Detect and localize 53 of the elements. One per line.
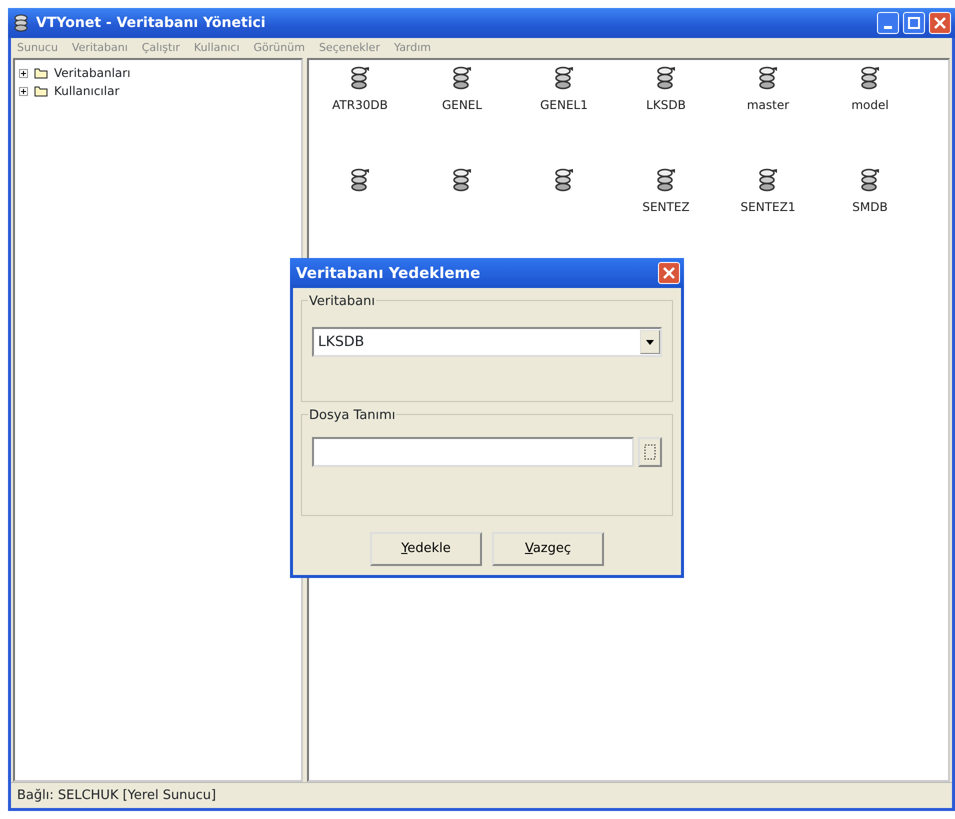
- menu-item[interactable]: Seçenekler: [318, 40, 380, 56]
- browse-icon: [644, 444, 656, 460]
- cancel-button[interactable]: Vazgeç: [492, 532, 604, 566]
- folder-icon: [34, 85, 48, 97]
- menu-item[interactable]: Çalıştır: [142, 40, 180, 56]
- database-icon[interactable]: [758, 168, 778, 194]
- window-title: VTYonet - Veritabanı Yönetici: [36, 14, 266, 32]
- database-dropdown[interactable]: LKSDB: [312, 327, 662, 357]
- menu-item[interactable]: Veritabanı: [72, 40, 128, 56]
- database-icon[interactable]: [656, 168, 676, 194]
- file-input-field[interactable]: [312, 437, 634, 467]
- database-icon[interactable]: [860, 66, 880, 92]
- database-icon[interactable]: [758, 66, 778, 92]
- minimize-icon: [884, 26, 892, 28]
- tree-item[interactable]: Veritabanları: [54, 64, 131, 82]
- menu-item[interactable]: Sunucu: [17, 40, 58, 56]
- expand-icon[interactable]: [19, 68, 28, 78]
- close-button[interactable]: [929, 12, 951, 34]
- database-label: GENEL: [442, 97, 482, 114]
- close-icon: [663, 267, 675, 279]
- minimize-button[interactable]: [877, 12, 899, 34]
- tree-item[interactable]: Kullanıcılar: [54, 82, 120, 100]
- database-icon[interactable]: [350, 66, 370, 92]
- database-icon[interactable]: [452, 66, 472, 92]
- menu-item[interactable]: Kullanıcı: [194, 40, 240, 56]
- menu-item[interactable]: Görünüm: [254, 40, 305, 56]
- database-icon[interactable]: [860, 168, 880, 194]
- close-icon: [934, 17, 946, 29]
- folder-icon: [34, 67, 48, 79]
- app-icon: [12, 14, 30, 32]
- database-label: SENTEZ: [642, 199, 690, 216]
- database-icon[interactable]: [554, 168, 574, 194]
- database-icon[interactable]: [452, 168, 472, 194]
- close-button[interactable]: [658, 262, 680, 284]
- maximize-button[interactable]: [903, 12, 925, 34]
- database-icon[interactable]: [350, 168, 370, 194]
- status-text: Bağlı: SELCHUK [Yerel Sunucu]: [17, 786, 216, 805]
- maximize-icon: [908, 17, 920, 29]
- database-icon[interactable]: [554, 66, 574, 92]
- browse-button[interactable]: [638, 437, 662, 467]
- menu-item[interactable]: Yardım: [394, 40, 432, 56]
- database-label: ATR30DB: [332, 97, 388, 114]
- dialog-title: Veritabanı Yedekleme: [296, 262, 480, 284]
- database-label: master: [746, 97, 790, 114]
- backup-button[interactable]: Yedekle: [370, 532, 482, 566]
- database-icon[interactable]: [656, 66, 676, 92]
- expand-icon[interactable]: [19, 86, 28, 96]
- database-label: model: [851, 97, 889, 114]
- database-label: GENEL1: [540, 97, 588, 114]
- database-label: LKSDB: [646, 97, 686, 114]
- database-label: SENTEZ1: [740, 199, 796, 216]
- dropdown-arrow-icon: [646, 340, 654, 344]
- database-label: SMDB: [852, 199, 888, 216]
